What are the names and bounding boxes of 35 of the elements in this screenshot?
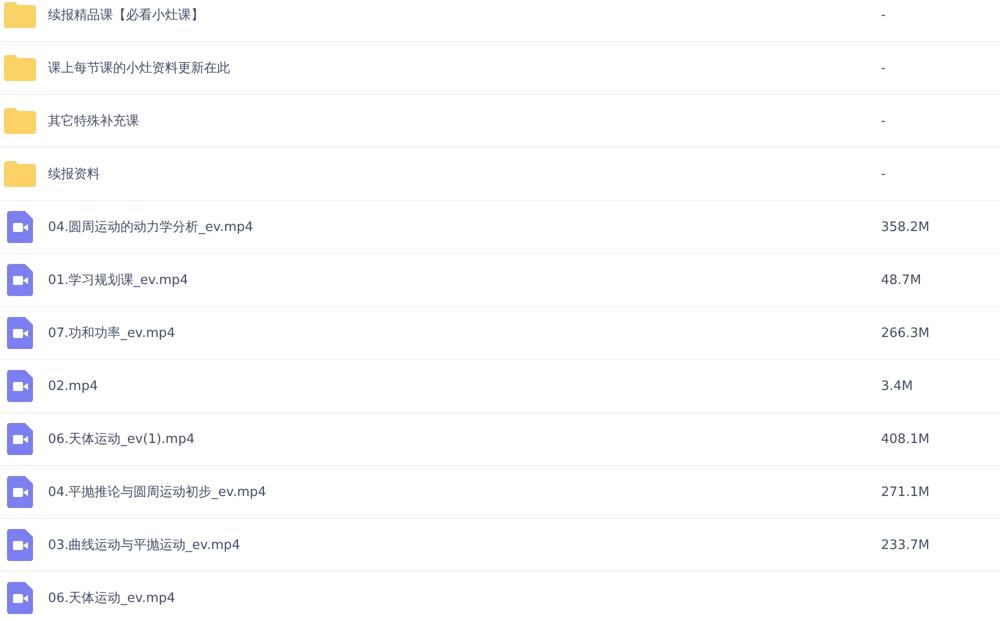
video-file-icon — [7, 264, 33, 296]
file-size: - — [881, 114, 886, 128]
file-size: 233.7M — [881, 538, 930, 552]
folder-icon — [4, 2, 36, 28]
file-name[interactable]: 07.功和功率_ev.mp4 — [48, 324, 878, 342]
file-name[interactable]: 续报精品课【必看小灶课】 — [48, 6, 878, 24]
file-size: 3.4M — [881, 378, 913, 394]
file-name[interactable]: 02.mp4 — [48, 378, 878, 394]
file-name[interactable]: 续报资料 — [48, 165, 878, 183]
file-size: - — [881, 8, 886, 22]
file-name[interactable]: 03.曲线运动与平抛运动_ev.mp4 — [48, 536, 878, 554]
file-name[interactable]: 06.天体运动_ev.mp4 — [48, 589, 878, 607]
file-name[interactable]: 04.平抛推论与圆周运动初步_ev.mp4 — [48, 483, 878, 501]
file-size: 266.3M — [881, 326, 930, 340]
file-size: 48.7M — [881, 272, 922, 288]
file-size: 358.2M — [881, 220, 930, 234]
video-file-icon — [7, 529, 33, 561]
video-file-icon — [7, 423, 33, 455]
video-file-icon — [7, 211, 33, 243]
folder-icon — [4, 55, 36, 81]
folder-icon — [4, 108, 36, 134]
file-size: - — [881, 60, 886, 76]
file-name[interactable]: 04.圆周运动的动力学分析_ev.mp4 — [48, 218, 878, 236]
file-size: 271.1M — [881, 484, 930, 500]
video-file-icon — [7, 582, 33, 614]
file-name[interactable]: 06.天体运动_ev(1).mp4 — [48, 430, 878, 448]
file-size: - — [881, 166, 886, 182]
folder-icon — [4, 161, 36, 187]
file-name[interactable]: 01.学习规划课_ev.mp4 — [48, 271, 878, 289]
video-file-icon — [7, 317, 33, 349]
file-name[interactable]: 课上每节课的小灶资料更新在此 — [48, 59, 878, 77]
video-file-icon — [7, 370, 33, 402]
file-name[interactable]: 其它特殊补充课 — [48, 112, 878, 130]
video-file-icon — [7, 476, 33, 508]
file-size: 408.1M — [881, 432, 930, 446]
